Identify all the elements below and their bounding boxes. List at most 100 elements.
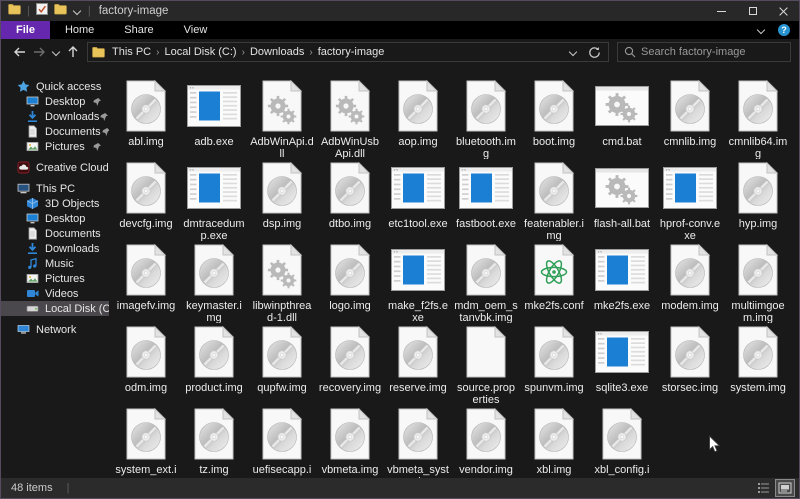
new-folder-icon[interactable] <box>54 2 67 20</box>
file-item[interactable]: recovery.img <box>316 323 384 405</box>
file-name: boot.img <box>532 136 576 148</box>
refresh-icon[interactable] <box>588 46 601 59</box>
file-item[interactable]: adb.exe <box>180 77 248 159</box>
file-item[interactable]: bluetooth.img <box>452 77 520 159</box>
file-item[interactable]: vbmeta.img <box>316 405 384 478</box>
file-item[interactable]: modem.img <box>656 241 724 323</box>
search-input[interactable] <box>641 46 784 58</box>
img-file-icon <box>466 405 506 463</box>
file-item[interactable]: uefisecapp.img <box>248 405 316 478</box>
file-item[interactable]: make_f2fs.exe <box>384 241 452 323</box>
expand-ribbon-chevron-icon[interactable] <box>757 26 766 35</box>
address-bar[interactable]: This PC › Local Disk (C:) › Downloads › factor… <box>87 42 609 62</box>
large-icons-view-button[interactable] <box>775 479 795 497</box>
breadcrumb-segment[interactable]: Local Disk (C:) <box>159 46 241 58</box>
sidebar-item-pictures[interactable]: Pictures <box>1 271 109 286</box>
file-item[interactable]: abl.img <box>112 77 180 159</box>
up-button[interactable] <box>63 41 83 63</box>
sidebar-item-desktop[interactable]: Desktop <box>1 94 109 109</box>
breadcrumb-segment[interactable]: factory-image <box>313 46 390 58</box>
file-item[interactable]: dmtracedump.exe <box>180 159 248 241</box>
sidebar-item-pictures[interactable]: Pictures <box>1 139 109 154</box>
file-item[interactable]: fastboot.exe <box>452 159 520 241</box>
tab-share[interactable]: Share <box>109 21 168 39</box>
file-item[interactable]: mke2fs.conf <box>520 241 588 323</box>
file-item[interactable]: devcfg.img <box>112 159 180 241</box>
forward-button[interactable] <box>29 41 49 63</box>
file-item[interactable]: hprof-conv.exe <box>656 159 724 241</box>
file-item[interactable]: mdm_oem_stanvbk.img <box>452 241 520 323</box>
sidebar-item-music[interactable]: Music <box>1 256 109 271</box>
file-item[interactable]: tz.img <box>180 405 248 478</box>
properties-check-icon[interactable] <box>35 2 48 20</box>
img-file-icon <box>126 77 166 135</box>
sidebar-item-downloads[interactable]: Downloads <box>1 109 109 124</box>
videos-icon <box>26 287 39 300</box>
file-item[interactable]: hyp.img <box>724 159 792 241</box>
recent-locations-chevron-icon[interactable] <box>49 41 63 63</box>
file-item[interactable]: vbmeta_system.img <box>384 405 452 478</box>
sidebar-item-3d-objects[interactable]: 3D Objects <box>1 196 109 211</box>
sidebar-item-desktop[interactable]: Desktop <box>1 211 109 226</box>
img-file-icon <box>670 241 710 299</box>
file-item[interactable]: dsp.img <box>248 159 316 241</box>
file-item[interactable]: product.img <box>180 323 248 405</box>
file-item[interactable]: aop.img <box>384 77 452 159</box>
sidebar-item-local-disk-c-[interactable]: Local Disk (C:) <box>1 301 109 316</box>
file-item[interactable]: cmnlib64.img <box>724 77 792 159</box>
tab-view[interactable]: View <box>169 21 223 39</box>
exe-file-icon <box>187 159 241 217</box>
file-item[interactable]: system.img <box>724 323 792 405</box>
file-item[interactable]: featenabler.img <box>520 159 588 241</box>
file-item[interactable]: dtbo.img <box>316 159 384 241</box>
file-name: keymaster.img <box>186 300 242 323</box>
close-button[interactable] <box>768 1 799 21</box>
file-item[interactable]: AdbWinApi.dll <box>248 77 316 159</box>
back-button[interactable] <box>9 41 29 63</box>
qat-chevron-down-icon[interactable] <box>73 7 82 16</box>
breadcrumb-segment[interactable]: This PC <box>107 46 156 58</box>
file-item[interactable]: source.properties <box>452 323 520 405</box>
file-item[interactable]: reserve.img <box>384 323 452 405</box>
file-item[interactable]: flash-all.bat <box>588 159 656 241</box>
file-item[interactable]: AdbWinUsbApi.dll <box>316 77 384 159</box>
file-item[interactable]: multiimgoem.img <box>724 241 792 323</box>
file-item[interactable]: sqlite3.exe <box>588 323 656 405</box>
file-item[interactable]: etc1tool.exe <box>384 159 452 241</box>
file-item[interactable]: odm.img <box>112 323 180 405</box>
tab-home[interactable]: Home <box>50 21 109 39</box>
img-file-icon <box>534 77 574 135</box>
file-item[interactable]: cmd.bat <box>588 77 656 159</box>
file-item[interactable]: cmnlib.img <box>656 77 724 159</box>
sidebar-item-documents[interactable]: Documents <box>1 124 109 139</box>
file-item[interactable]: keymaster.img <box>180 241 248 323</box>
help-icon[interactable]: ? <box>778 24 790 36</box>
file-item[interactable]: qupfw.img <box>248 323 316 405</box>
file-item[interactable]: xbl.img <box>520 405 588 478</box>
sidebar-item-this-pc[interactable]: This PC <box>1 181 109 196</box>
details-view-button[interactable] <box>753 479 773 497</box>
file-item[interactable]: logo.img <box>316 241 384 323</box>
breadcrumb-segment[interactable]: Downloads <box>245 46 309 58</box>
sidebar-item-documents[interactable]: Documents <box>1 226 109 241</box>
minimize-button[interactable] <box>706 1 737 21</box>
tab-file[interactable]: File <box>1 21 50 39</box>
sidebar-item-creative-cloud-files[interactable]: Creative Cloud Files <box>1 160 109 175</box>
dll-file-icon <box>330 77 370 135</box>
sidebar-item-quick-access[interactable]: Quick access <box>1 79 109 94</box>
sidebar-item-network[interactable]: Network <box>1 322 109 337</box>
file-item[interactable]: storsec.img <box>656 323 724 405</box>
file-item[interactable]: libwinpthread-1.dll <box>248 241 316 323</box>
file-item[interactable]: vendor.img <box>452 405 520 478</box>
file-item[interactable]: system_ext.img <box>112 405 180 478</box>
file-item[interactable]: boot.img <box>520 77 588 159</box>
sidebar-item-downloads[interactable]: Downloads <box>1 241 109 256</box>
sidebar-item-videos[interactable]: Videos <box>1 286 109 301</box>
maximize-button[interactable] <box>737 1 768 21</box>
file-item[interactable]: mke2fs.exe <box>588 241 656 323</box>
file-item[interactable]: imagefv.img <box>112 241 180 323</box>
sidebar-item-label: Downloads <box>45 110 100 123</box>
address-history-chevron-icon[interactable] <box>569 48 578 57</box>
file-item[interactable]: xbl_config.img <box>588 405 656 478</box>
file-item[interactable]: spunvm.img <box>520 323 588 405</box>
